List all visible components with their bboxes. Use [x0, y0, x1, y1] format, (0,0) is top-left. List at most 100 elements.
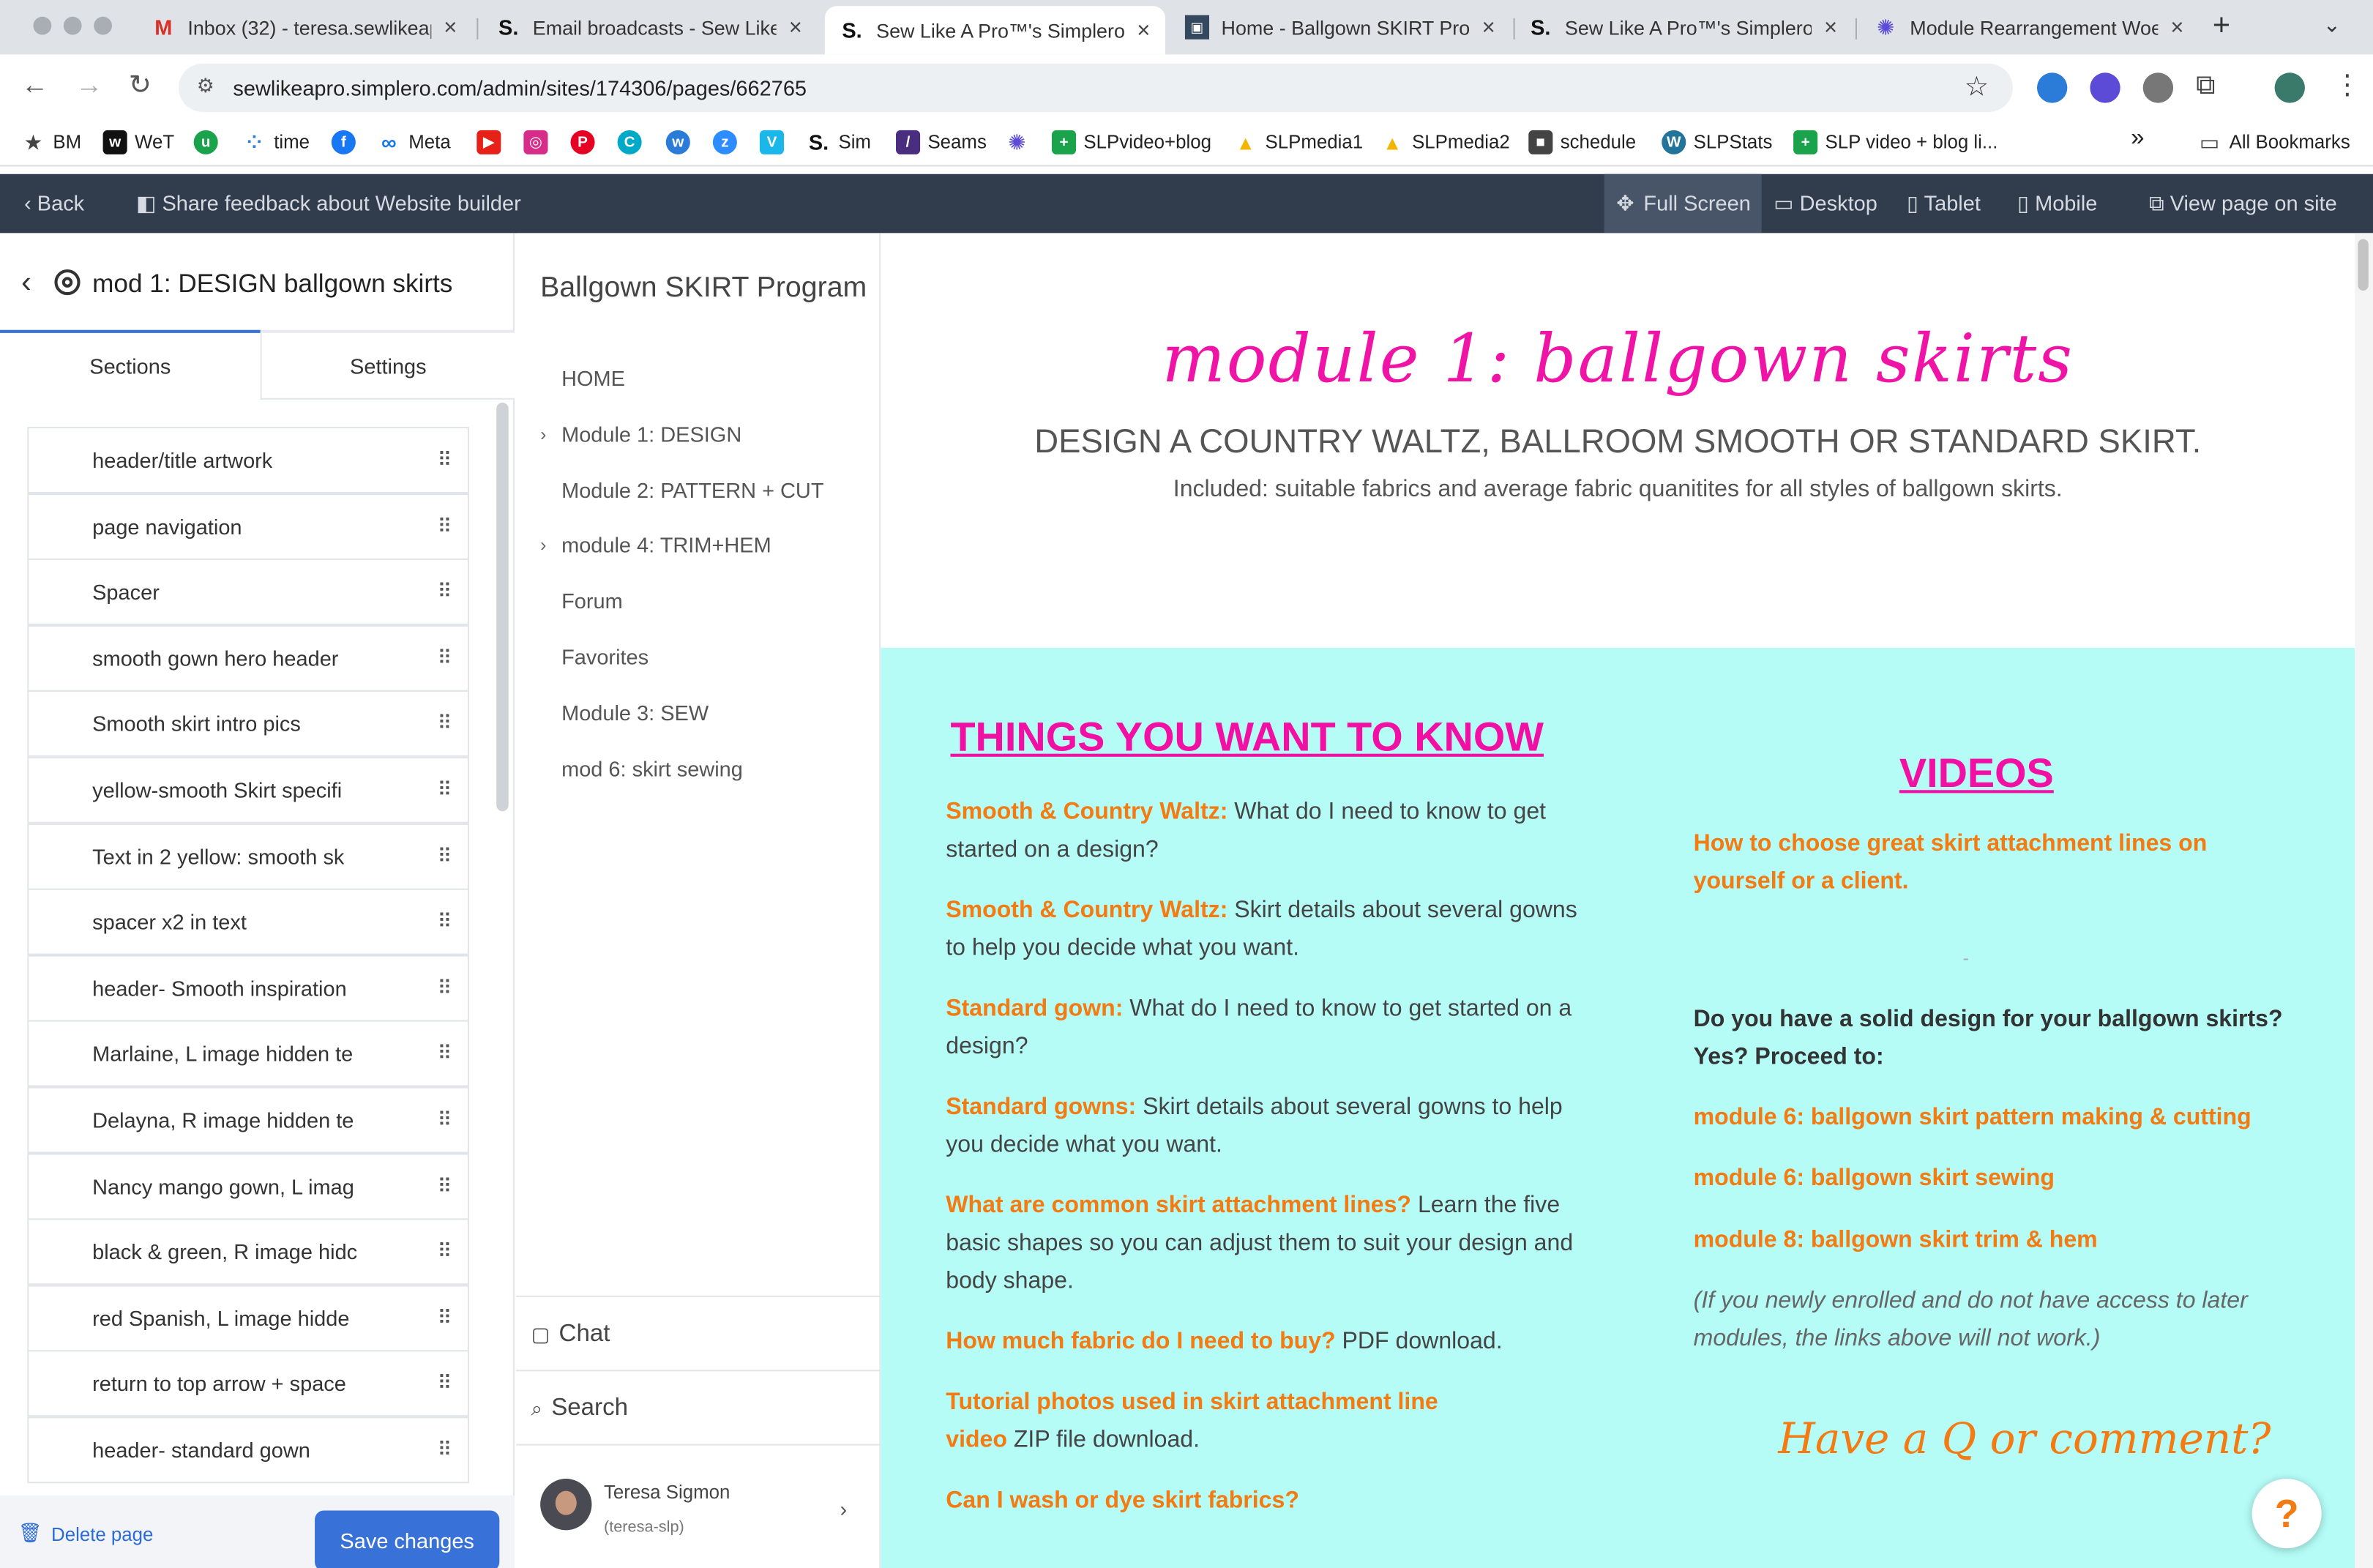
bookmark-item[interactable]: V	[759, 130, 791, 154]
section-item[interactable]: black & green, R image hidc ⠿	[27, 1218, 469, 1285]
faq-link[interactable]: Smooth & Country Waltz:	[946, 799, 1227, 825]
module-link[interactable]: module 8: ballgown skirt trim & hem	[1694, 1222, 2299, 1260]
bookmark-item[interactable]: w WeT	[102, 130, 174, 154]
sparkle-extension-icon[interactable]	[2090, 72, 2120, 103]
drag-handle-icon[interactable]: ⠿	[438, 514, 452, 538]
bookmark-item[interactable]: + SLP video + blog li...	[1793, 130, 1998, 154]
forward-arrow-icon[interactable]: →	[75, 70, 102, 101]
faq-item[interactable]: Standard gown: What do I need to know to…	[946, 990, 1596, 1065]
bookmark-item[interactable]: S. Sim	[807, 130, 871, 154]
bookmark-item[interactable]: ∞ Meta	[377, 130, 451, 154]
globe-extension-icon[interactable]	[2142, 72, 2174, 103]
close-window-icon[interactable]	[33, 16, 52, 35]
back-arrow-icon[interactable]: ←	[21, 70, 48, 101]
course-menu-item[interactable]: Favorites	[561, 645, 649, 669]
bookmark-item[interactable]: w	[665, 130, 698, 154]
course-menu-item[interactable]: mod 6: skirt sewing	[561, 756, 743, 780]
module-link[interactable]: module 6: ballgown skirt sewing	[1694, 1160, 2299, 1198]
preview-scrollbar[interactable]	[2355, 233, 2373, 1568]
bookmark-item[interactable]: W SLPStats	[1662, 130, 1772, 154]
video-link[interactable]: How to choose great skirt attachment lin…	[1694, 825, 2299, 900]
course-menu-item[interactable]: Module 1: DESIGN	[561, 422, 741, 446]
close-tab-icon[interactable]: ×	[789, 15, 802, 40]
browser-tab-active[interactable]: S. Sew Like A Pro™'s Simplero ×	[824, 6, 1166, 55]
faq-item[interactable]: What are common skirt attachment lines? …	[946, 1187, 1596, 1300]
course-menu-item[interactable]: module 4: TRIM+HEM	[561, 534, 771, 558]
faq-link[interactable]: Standard gowns:	[946, 1094, 1136, 1120]
faq-link[interactable]: Can I wash or dye skirt fabrics?	[946, 1487, 1299, 1513]
course-menu-item[interactable]: HOME	[561, 366, 625, 390]
section-item[interactable]: Text in 2 yellow: smooth sk ⠿	[27, 822, 469, 889]
bookmark-item[interactable]: ◎	[523, 130, 555, 154]
bookmark-item[interactable]: ✺	[1005, 130, 1036, 154]
view-page-button[interactable]: ⧉ View page on site	[2149, 191, 2337, 217]
mobile-button[interactable]: ▯ Mobile	[2017, 191, 2097, 217]
faq-link[interactable]: How much fabric do I need to buy?	[946, 1329, 1335, 1354]
address-field[interactable]: ⚙ sewlikeapro.simplero.com/admin/sites/1…	[178, 63, 2013, 113]
drag-handle-icon[interactable]: ⠿	[438, 1042, 452, 1066]
drag-handle-icon[interactable]: ⠿	[438, 1174, 452, 1198]
bookmark-item[interactable]: ▲ SLPmedia1	[1233, 130, 1363, 154]
faq-link[interactable]: Standard gown:	[946, 996, 1123, 1021]
back-button[interactable]: ‹ Back	[24, 191, 84, 215]
drag-handle-icon[interactable]: ⠿	[438, 844, 452, 868]
new-tab-icon[interactable]: +	[2213, 9, 2230, 44]
drag-handle-icon[interactable]: ⠿	[438, 778, 452, 802]
desktop-button[interactable]: ▭ Desktop	[1774, 191, 1877, 217]
module-link[interactable]: module 6: ballgown skirt pattern making …	[1694, 1099, 2299, 1137]
chat-button[interactable]: ▢ Chat	[516, 1295, 881, 1371]
bookmark-item[interactable]: ▲ SLPmedia2	[1380, 130, 1510, 154]
faq-item[interactable]: Smooth & Country Waltz: What do I need t…	[946, 793, 1596, 868]
bookmark-item[interactable]: ⁘ time	[242, 130, 310, 154]
faq-link[interactable]: What are common skirt attachment lines?	[946, 1192, 1411, 1218]
extension-icon[interactable]	[2036, 72, 2068, 103]
share-feedback-button[interactable]: ◧ Share feedback about Website builder	[136, 191, 521, 217]
tablet-button[interactable]: ▯ Tablet	[1907, 191, 1981, 217]
section-item[interactable]: return to top arrow + space ⠿	[27, 1351, 469, 1418]
drag-handle-icon[interactable]: ⠿	[438, 646, 452, 670]
section-item[interactable]: page navigation ⠿	[27, 493, 469, 560]
panel-scrollbar[interactable]	[496, 402, 509, 812]
bookmark-item[interactable]: z	[712, 130, 744, 154]
help-button[interactable]: ?	[2251, 1479, 2322, 1549]
browser-tab[interactable]: M Inbox (32) - teresa.sewlikeap ×	[136, 6, 472, 48]
close-tab-icon[interactable]: ×	[1137, 18, 1150, 43]
bookmark-item[interactable]: C	[617, 130, 649, 154]
bookmark-item[interactable]: ■ schedule	[1528, 130, 1636, 154]
tab-sections[interactable]: Sections	[0, 333, 261, 400]
close-tab-icon[interactable]: ×	[1824, 15, 1837, 40]
save-changes-button[interactable]: Save changes	[315, 1510, 500, 1568]
drag-handle-icon[interactable]: ⠿	[438, 976, 452, 1000]
profile-avatar-icon[interactable]	[2274, 72, 2305, 103]
drag-handle-icon[interactable]: ⠿	[438, 1438, 452, 1462]
chevron-left-icon[interactable]: ‹	[21, 266, 31, 302]
course-menu-item[interactable]: Module 3: SEW	[561, 701, 709, 725]
drag-handle-icon[interactable]: ⠿	[438, 910, 452, 934]
drag-handle-icon[interactable]: ⠿	[438, 448, 452, 472]
browser-tab[interactable]: S. Sew Like A Pro™'s Simplero ×	[1514, 6, 1853, 48]
faq-item[interactable]: Tutorial photos used in skirt attachment…	[946, 1384, 1490, 1459]
full-screen-button[interactable]: ✥ Full Screen	[1604, 173, 1762, 234]
bookmark-item[interactable]: u	[193, 130, 225, 154]
faq-item[interactable]: Standard gowns: Skirt details about seve…	[946, 1089, 1596, 1164]
section-item[interactable]: Nancy mango gown, L imag ⠿	[27, 1152, 469, 1220]
delete-page-button[interactable]: 🗑 Delete page	[18, 1523, 154, 1545]
drag-handle-icon[interactable]: ⠿	[438, 1306, 452, 1330]
puzzle-icon[interactable]: ⧉	[2196, 70, 2216, 101]
minimize-window-icon[interactable]	[63, 16, 82, 35]
section-item[interactable]: Marlaine, L image hidden te ⠿	[27, 1020, 469, 1088]
close-tab-icon[interactable]: ×	[444, 15, 457, 40]
bookmark-star-icon[interactable]: ☆	[1965, 71, 1989, 102]
faq-link[interactable]: Smooth & Country Waltz:	[946, 897, 1227, 923]
drag-handle-icon[interactable]: ⠿	[438, 1372, 452, 1396]
course-menu-item[interactable]: Module 2: PATTERN + CUT	[561, 478, 823, 502]
faq-item[interactable]: Can I wash or dye skirt fabrics?	[946, 1482, 1596, 1520]
drag-handle-icon[interactable]: ⠿	[438, 580, 452, 604]
user-profile[interactable]: Teresa Sigmon (teresa-slp) ›	[516, 1444, 881, 1568]
close-tab-icon[interactable]: ×	[1482, 15, 1495, 40]
section-item[interactable]: header- standard gown ⠿	[27, 1416, 469, 1484]
bookmark-item[interactable]: P	[570, 130, 602, 154]
site-settings-icon[interactable]: ⚙	[197, 74, 214, 98]
bookmarks-overflow-icon[interactable]: »	[2131, 126, 2144, 153]
search-button[interactable]: ⌕ Search	[516, 1370, 881, 1445]
